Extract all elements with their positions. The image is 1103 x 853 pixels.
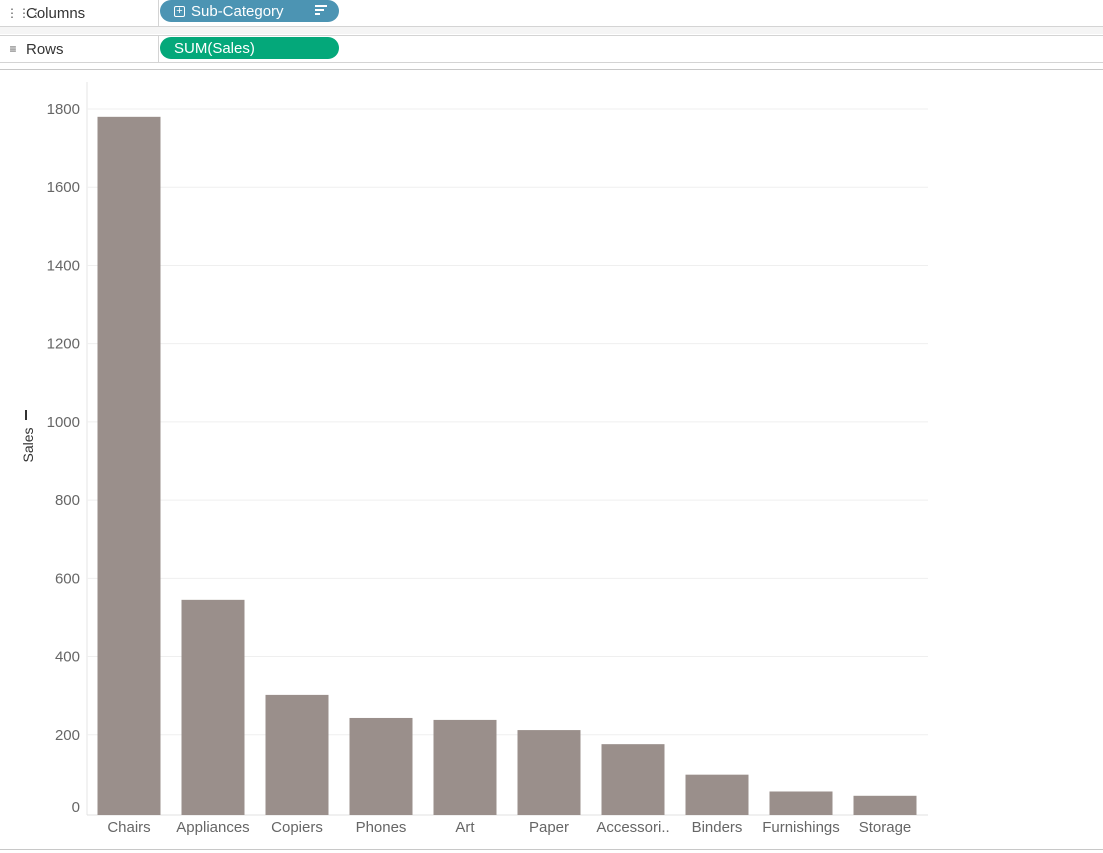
sub-category-pill-label: Sub-Category — [191, 2, 284, 20]
y-tick-label: 1400 — [47, 257, 80, 274]
x-category-label: Chairs — [107, 819, 150, 836]
bottom-separator — [0, 849, 1103, 850]
rows-icon: ≡ — [9, 42, 17, 56]
x-category-label: Art — [455, 819, 475, 836]
columns-label-text: Columns — [26, 4, 86, 22]
y-tick-label: 200 — [55, 727, 80, 744]
bar-furnishings — [769, 791, 833, 815]
y-tick-label: 1200 — [47, 336, 80, 353]
x-category-label: Appliances — [176, 819, 249, 836]
sum-sales-pill[interactable]: SUM(Sales) — [160, 37, 339, 59]
x-category-label: Binders — [692, 819, 743, 836]
bar-accessori — [601, 744, 665, 815]
bar-storage — [853, 795, 917, 815]
shelf-gap — [0, 27, 1103, 34]
y-tick-label: 0 — [72, 799, 80, 816]
expand-icon[interactable]: + — [174, 5, 185, 17]
y-tick-label: 400 — [55, 649, 80, 666]
rows-label-text: Rows — [26, 40, 64, 58]
sub-category-pill[interactable]: + Sub-Category — [160, 0, 339, 22]
bar-binders — [685, 774, 749, 815]
x-category-label: Accessori.. — [596, 819, 669, 836]
y-tick-label: 1600 — [47, 179, 80, 196]
bar-phones — [349, 717, 413, 815]
rows-shelf-label: ≡ Rows — [6, 36, 64, 62]
bar-art — [433, 719, 497, 815]
sum-sales-pill-label: SUM(Sales) — [174, 39, 255, 57]
x-category-label: Copiers — [271, 819, 323, 836]
x-category-label: Furnishings — [762, 819, 840, 836]
bar-appliances — [181, 599, 245, 815]
y-tick-label: 1800 — [47, 101, 80, 118]
sort-icon-bar — [25, 416, 27, 420]
shelf-divider — [158, 36, 159, 62]
sort-descending-icon[interactable] — [315, 5, 327, 16]
y-tick-label: 1000 — [47, 414, 80, 431]
bar-chairs — [97, 116, 161, 816]
bar-paper — [517, 730, 581, 815]
columns-icon: ⋮⋮⋮ — [6, 6, 42, 20]
y-tick-label: 800 — [55, 492, 80, 509]
bar-chart: 0 200 400 600 800 1000 1200 1400 1600 1800 Chairs A… — [20, 82, 928, 836]
y-axis-title: Sales — [20, 427, 36, 462]
shelf-divider — [158, 0, 159, 26]
axis-sort-icon[interactable] — [25, 410, 27, 420]
x-category-label: Phones — [356, 819, 407, 836]
x-category-label: Storage — [859, 819, 912, 836]
columns-shelf-label: ⋮⋮⋮ Columns — [6, 0, 85, 26]
y-tick-label: 600 — [55, 570, 80, 587]
bar-copiers — [265, 694, 329, 815]
x-category-label: Paper — [529, 819, 569, 836]
